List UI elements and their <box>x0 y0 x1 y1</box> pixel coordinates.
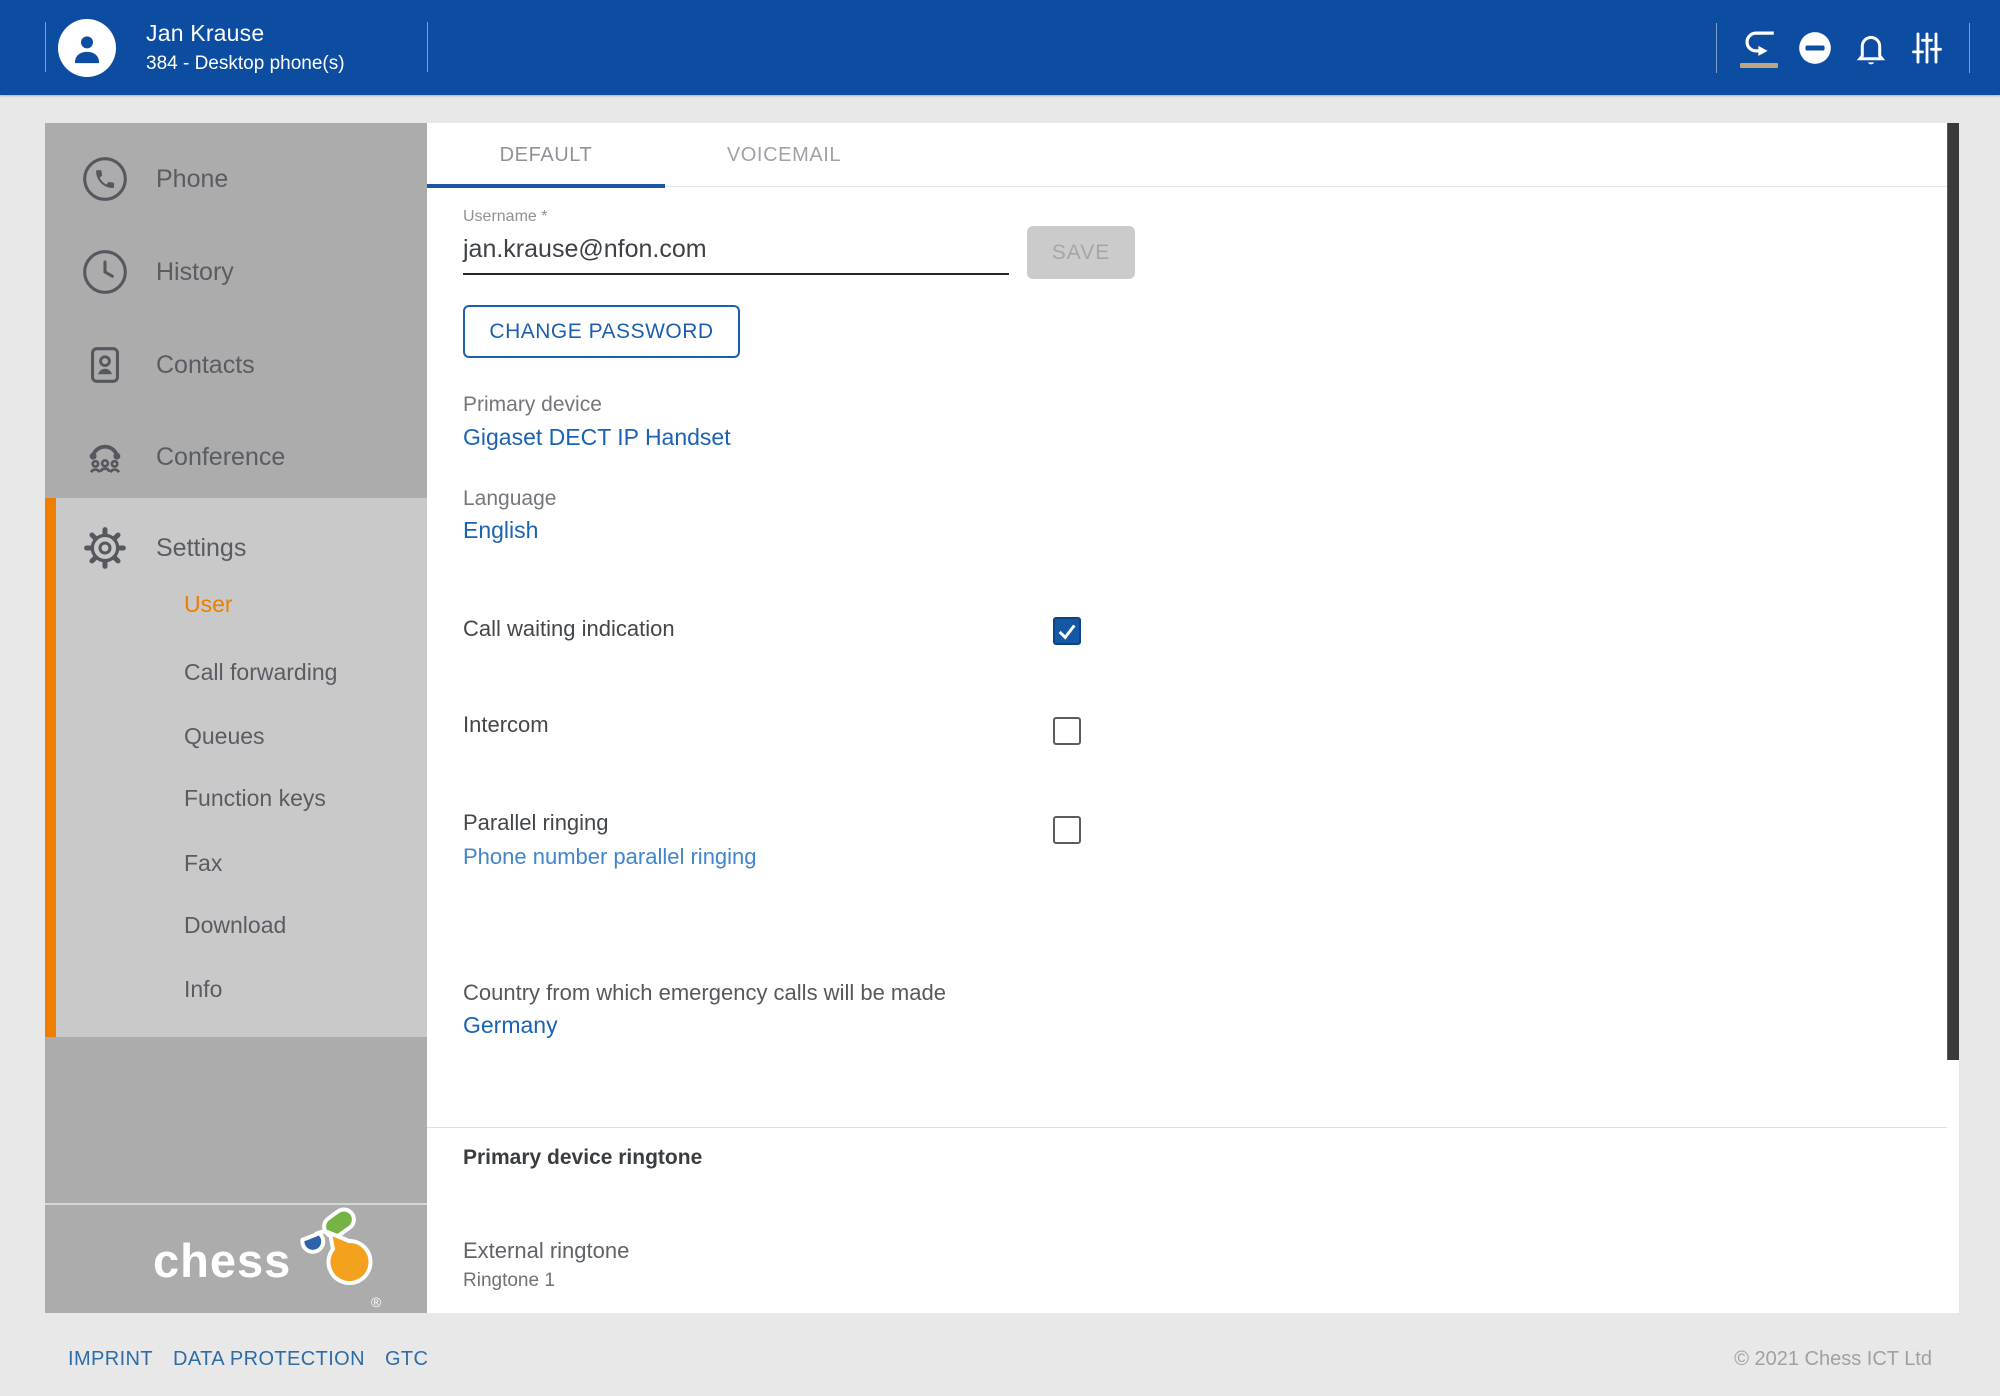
tune-settings-button[interactable] <box>1899 12 1955 84</box>
change-password-button[interactable]: CHANGE PASSWORD <box>463 305 740 358</box>
external-ringtone-label: External ringtone <box>463 1238 629 1264</box>
call-redirect-button[interactable] <box>1731 12 1787 84</box>
language-label: Language <box>463 487 556 511</box>
person-icon <box>67 28 107 68</box>
conference-icon <box>82 434 128 480</box>
primary-device-label: Primary device <box>463 393 602 417</box>
tab-default[interactable]: DEFAULT <box>427 123 665 187</box>
user-settings-form: Username * jan.krause@nfon.com SAVE CHAN… <box>427 187 1959 1313</box>
sidebar-subitem-function-keys[interactable]: Function keys <box>184 783 326 813</box>
sidebar-item-phone[interactable]: Phone <box>45 133 427 225</box>
parallel-ringing-checkbox[interactable] <box>1053 816 1081 844</box>
contact-card-icon <box>82 342 128 388</box>
sidebar-subitem-fax[interactable]: Fax <box>184 848 222 878</box>
phone-circle-icon <box>82 156 128 202</box>
scrollbar-thumb[interactable] <box>1947 123 1959 1060</box>
tab-label: DEFAULT <box>500 144 593 167</box>
topbar-divider <box>1969 23 1970 73</box>
bell-icon <box>1853 30 1889 66</box>
notifications-button[interactable] <box>1843 12 1899 84</box>
avatar <box>58 19 116 77</box>
sidebar-item-conference[interactable]: Conference <box>45 411 427 503</box>
tune-sliders-icon <box>1909 30 1945 66</box>
sidebar-subitem-download[interactable]: Download <box>184 910 286 940</box>
copyright-text: © 2021 Chess ICT Ltd <box>1734 1348 1932 1371</box>
sidebar-item-settings[interactable]: Settings <box>45 502 427 594</box>
sidebar-subitem-call-forwarding[interactable]: Call forwarding <box>184 657 337 687</box>
emergency-country-link[interactable]: Germany <box>463 1012 558 1039</box>
gtc-link[interactable]: GTC <box>385 1348 428 1371</box>
sidebar-subitem-queues[interactable]: Queues <box>184 721 265 751</box>
sidebar-subitem-info[interactable]: Info <box>184 974 222 1004</box>
username-label: Username * <box>463 208 547 226</box>
user-menu[interactable]: Jan Krause 384 - Desktop phone(s) <box>58 0 345 95</box>
tab-label: VOICEMAIL <box>727 144 841 167</box>
check-icon <box>1056 620 1078 642</box>
data-protection-link[interactable]: DATA PROTECTION <box>173 1348 365 1371</box>
section-divider <box>427 1127 1947 1128</box>
intercom-label: Intercom <box>463 712 549 738</box>
sidebar-item-label: History <box>156 258 234 287</box>
chess-logo-mark: ® <box>283 1207 383 1311</box>
user-extension: 384 - Desktop phone(s) <box>146 53 345 75</box>
user-name: Jan Krause <box>146 20 345 47</box>
settings-section: Settings User Call forwarding Queues Fun… <box>45 498 427 1037</box>
svg-text:®: ® <box>371 1294 382 1310</box>
sidebar-item-history[interactable]: History <box>45 226 427 318</box>
parallel-ringing-label: Parallel ringing <box>463 810 609 836</box>
footer-links: IMPRINT DATA PROTECTION GTC <box>68 1348 428 1371</box>
imprint-link[interactable]: IMPRINT <box>68 1348 153 1371</box>
active-indicator <box>1740 63 1778 68</box>
sidebar-item-label: Contacts <box>156 351 255 380</box>
do-not-disturb-button[interactable] <box>1787 12 1843 84</box>
call-waiting-checkbox[interactable] <box>1053 617 1081 645</box>
sidebar-subitem-user[interactable]: User <box>184 589 233 619</box>
call-waiting-label: Call waiting indication <box>463 616 675 642</box>
sidebar-item-label: Conference <box>156 443 285 472</box>
tab-bar: DEFAULT VOICEMAIL <box>427 123 1959 187</box>
sidebar-item-label: Settings <box>156 534 246 563</box>
gear-icon <box>82 525 128 571</box>
sidebar-item-contacts[interactable]: Contacts <box>45 319 427 411</box>
username-input[interactable]: jan.krause@nfon.com <box>463 235 707 264</box>
do-not-disturb-icon <box>1796 29 1834 67</box>
settings-panel: DEFAULT VOICEMAIL Username * jan.krause@… <box>427 123 1959 1313</box>
input-underline <box>463 273 1009 275</box>
top-bar: Jan Krause 384 - Desktop phone(s) <box>0 0 2000 95</box>
intercom-checkbox[interactable] <box>1053 717 1081 745</box>
external-ringtone-value[interactable]: Ringtone 1 <box>463 1270 555 1292</box>
chess-logo[interactable]: chess ® <box>45 1205 427 1313</box>
emergency-country-label: Country from which emergency calls will … <box>463 980 946 1006</box>
topbar-divider <box>45 22 46 72</box>
save-button[interactable]: SAVE <box>1027 226 1135 279</box>
sidebar-item-label: Phone <box>156 165 228 194</box>
sidebar-nav: Phone History Contacts <box>45 123 427 1313</box>
primary-device-link[interactable]: Gigaset DECT IP Handset <box>463 424 731 451</box>
tab-voicemail[interactable]: VOICEMAIL <box>665 123 903 187</box>
ringtone-section-title: Primary device ringtone <box>463 1146 702 1170</box>
clock-icon <box>82 249 128 295</box>
topbar-divider <box>427 22 428 72</box>
parallel-ringing-link[interactable]: Phone number parallel ringing <box>463 844 757 870</box>
language-link[interactable]: English <box>463 517 538 544</box>
call-redirect-icon <box>1739 27 1779 59</box>
topbar-divider <box>1716 23 1717 73</box>
chess-logo-text: chess <box>153 1233 291 1288</box>
